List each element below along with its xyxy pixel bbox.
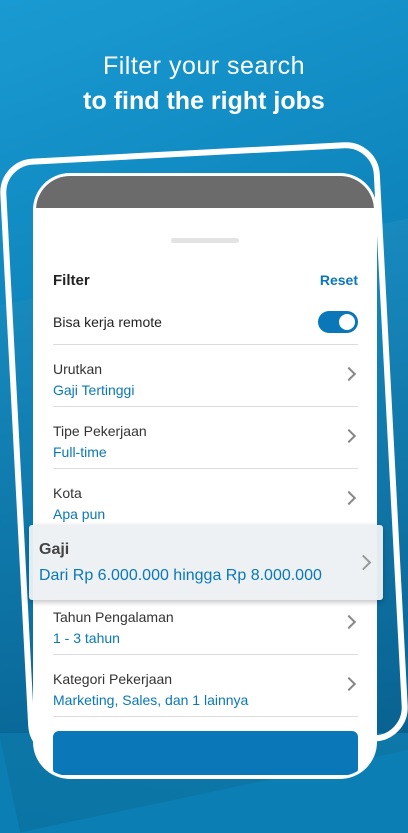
filter-sheet: Filter Reset Bisa kerja remote Urutkan G… <box>36 238 374 775</box>
apply-button[interactable] <box>53 731 358 775</box>
remote-toggle[interactable] <box>318 311 358 333</box>
phone-mockup: Filter Reset Bisa kerja remote Urutkan G… <box>36 176 374 776</box>
headline-line-1: Filter your search <box>102 52 306 80</box>
chevron-right-icon <box>341 676 357 692</box>
filter-item-value: Marketing, Sales, dan 1 lainnya <box>53 692 249 708</box>
chevron-right-icon <box>355 554 372 571</box>
filter-item-title: Gaji <box>39 541 70 558</box>
toggle-knob <box>339 314 355 330</box>
filter-item-value: 1 - 3 tahun <box>53 630 120 646</box>
promo-headline: Filter your search to find the right job… <box>0 52 408 116</box>
filter-item-value: Apa pun <box>53 506 106 522</box>
chevron-right-icon <box>341 428 357 444</box>
chevron-right-icon <box>341 490 357 506</box>
chevron-right-icon <box>341 366 357 382</box>
filter-item-value: Dari Rp 6.000.000 hingga Rp 8.000.000 <box>39 567 322 584</box>
filter-item-title: Tahun Pengalaman <box>53 609 174 625</box>
headline-line-2: to find the right jobs <box>83 87 325 115</box>
filter-item-kota[interactable]: Kota Apa pun <box>53 469 358 531</box>
remote-toggle-row[interactable]: Bisa kerja remote <box>53 300 358 345</box>
filter-header: Filter Reset <box>36 270 374 290</box>
filter-item-gaji[interactable]: Gaji Dari Rp 6.000.000 hingga Rp 8.000.0… <box>29 525 383 600</box>
filter-item-kategori-pekerjaan[interactable]: Kategori Pekerjaan Marketing, Sales, dan… <box>53 655 358 717</box>
sheet-drag-handle[interactable] <box>171 238 239 243</box>
filter-item-tahun-pengalaman[interactable]: Tahun Pengalaman 1 - 3 tahun <box>53 593 358 655</box>
reset-button[interactable]: Reset <box>320 272 358 288</box>
filter-item-urutkan[interactable]: Urutkan Gaji Tertinggi <box>53 345 358 407</box>
phone-status-area <box>36 176 374 208</box>
filter-item-value: Gaji Tertinggi <box>53 382 135 398</box>
filter-title: Filter <box>53 271 90 289</box>
chevron-right-icon <box>341 614 357 630</box>
filter-item-title: Kota <box>53 485 82 501</box>
filter-item-value: Full-time <box>53 444 107 460</box>
filter-item-title: Urutkan <box>53 361 103 377</box>
filter-item-title: Tipe Pekerjaan <box>53 423 147 439</box>
filter-item-title: Kategori Pekerjaan <box>53 671 173 687</box>
filter-item-tipe-pekerjaan[interactable]: Tipe Pekerjaan Full-time <box>53 407 358 469</box>
remote-label: Bisa kerja remote <box>53 314 162 330</box>
